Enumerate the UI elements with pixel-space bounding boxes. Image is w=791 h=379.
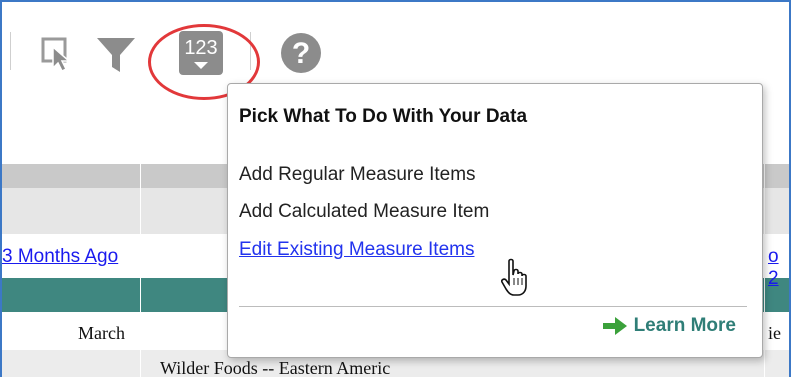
toolbar-separator bbox=[10, 32, 11, 70]
popup-title: Pick What To Do With Your Data bbox=[239, 106, 528, 127]
popup-divider bbox=[239, 306, 747, 307]
learn-more-link[interactable]: Learn More bbox=[602, 315, 736, 337]
column-header-link[interactable]: o 2 bbox=[768, 246, 789, 290]
arrow-right-icon bbox=[602, 317, 627, 335]
measure-options-popup: Pick What To Do With Your Data Add Regul… bbox=[227, 83, 763, 358]
cell-fragment: ie bbox=[768, 323, 781, 343]
add-calculated-measure-option[interactable]: Add Calculated Measure Item bbox=[239, 201, 489, 223]
edit-existing-measure-option[interactable]: Edit Existing Measure Items bbox=[239, 239, 474, 261]
learn-more-label: Learn More bbox=[633, 315, 736, 336]
grid-column-divider bbox=[764, 164, 765, 377]
months-ago-link[interactable]: 3 Months Ago bbox=[2, 246, 118, 268]
select-cursor-icon[interactable] bbox=[40, 36, 76, 77]
help-glyph: ? bbox=[292, 37, 310, 70]
add-regular-measure-option[interactable]: Add Regular Measure Items bbox=[239, 164, 476, 186]
company-cell: Wilder Foods -- Eastern Americ bbox=[160, 358, 391, 378]
hand-cursor-icon bbox=[501, 258, 531, 303]
month-cell: March bbox=[78, 323, 125, 343]
app-window: 123 ? 3 Months Ago o 2 March ie Wilder F… bbox=[0, 0, 791, 378]
grid-column-divider bbox=[140, 164, 141, 377]
help-icon[interactable]: ? bbox=[280, 32, 322, 79]
toolbar: 123 ? bbox=[2, 2, 789, 100]
filter-icon[interactable] bbox=[96, 36, 136, 79]
